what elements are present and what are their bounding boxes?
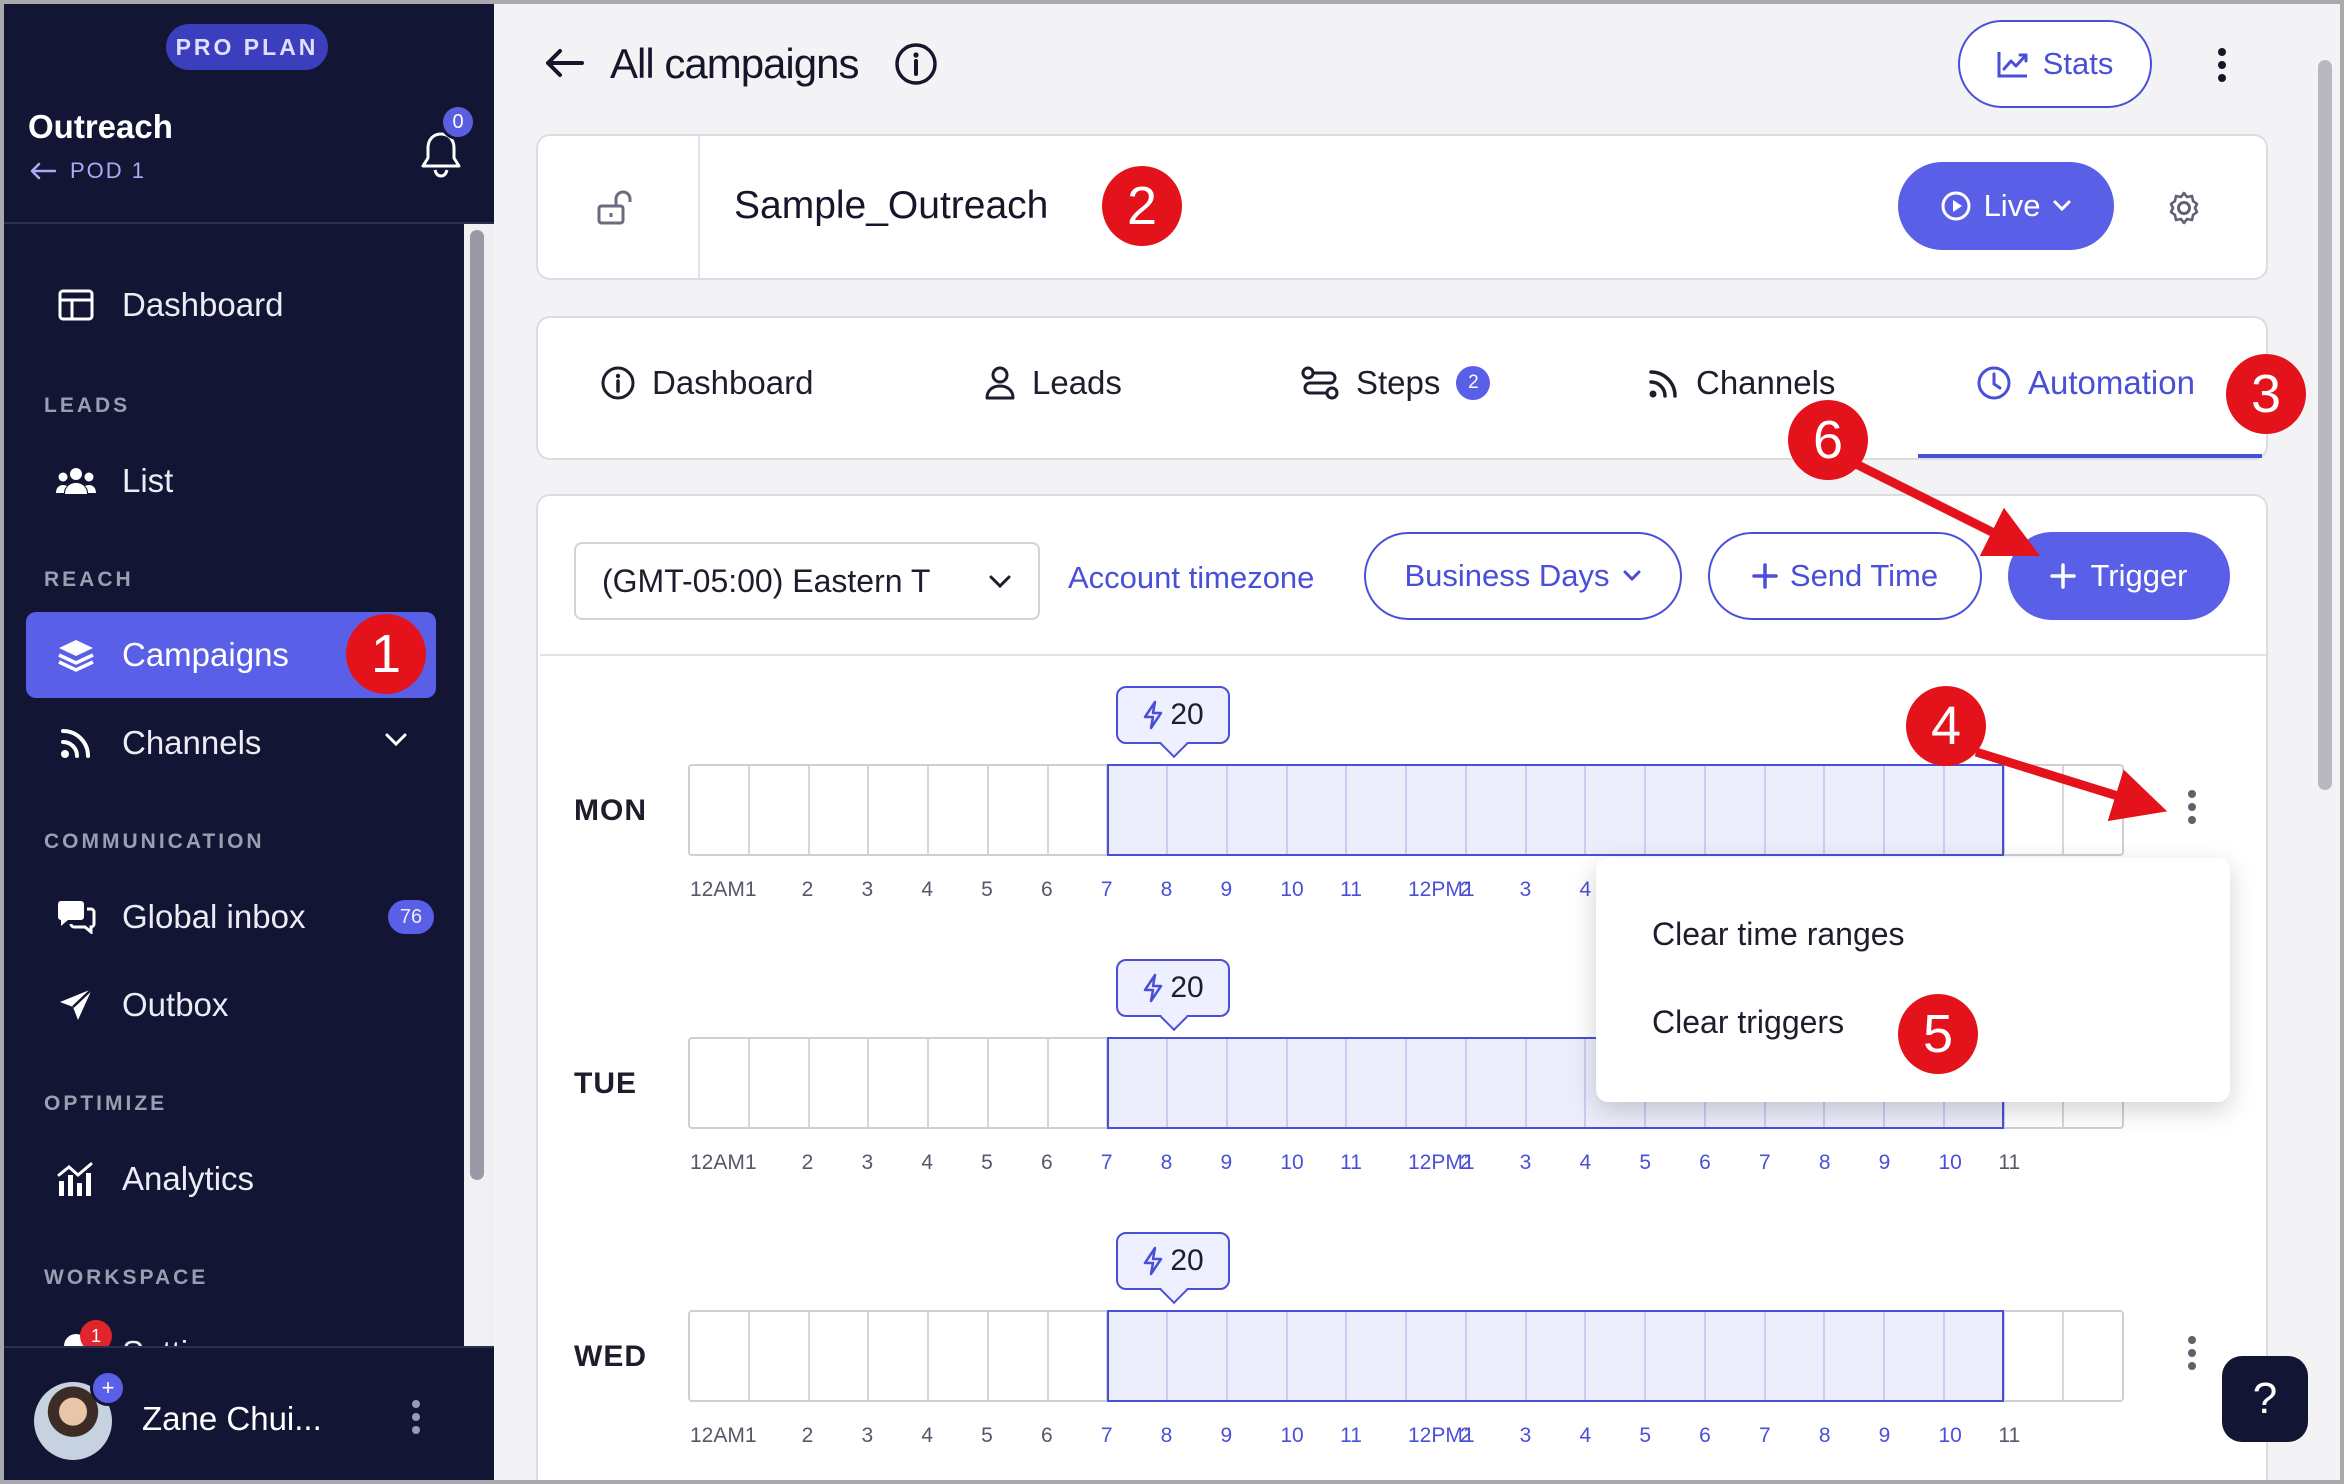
annotation-5: 5 [1898, 994, 1978, 1074]
annotation-1: 1 [346, 614, 426, 694]
annotation-arrow-6 [1849, 457, 2041, 557]
annotation-arrow-4 [1974, 747, 2168, 822]
annotation-2: 2 [1102, 166, 1182, 246]
annotation-6: 6 [1788, 400, 1868, 480]
annotation-3: 3 [2226, 354, 2306, 434]
annotation-4: 4 [1906, 686, 1986, 766]
